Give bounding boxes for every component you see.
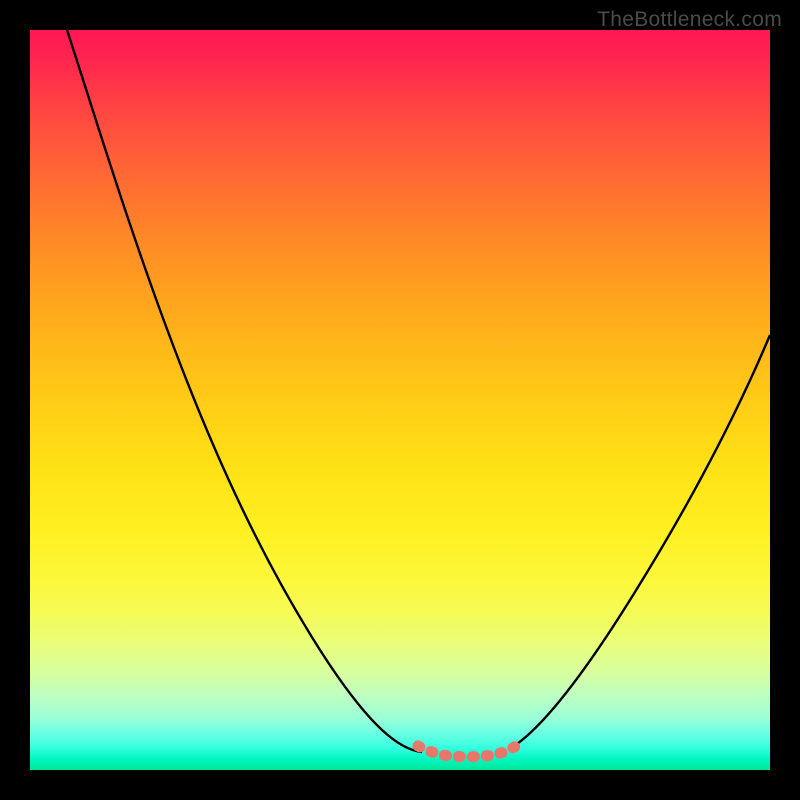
left-curve — [67, 30, 422, 752]
watermark-text: TheBottleneck.com — [597, 8, 782, 32]
curve-overlay — [30, 30, 770, 770]
plot-area — [30, 30, 770, 770]
valley-marker — [418, 746, 516, 757]
right-curve — [511, 335, 770, 748]
chart-container: TheBottleneck.com — [0, 0, 800, 800]
